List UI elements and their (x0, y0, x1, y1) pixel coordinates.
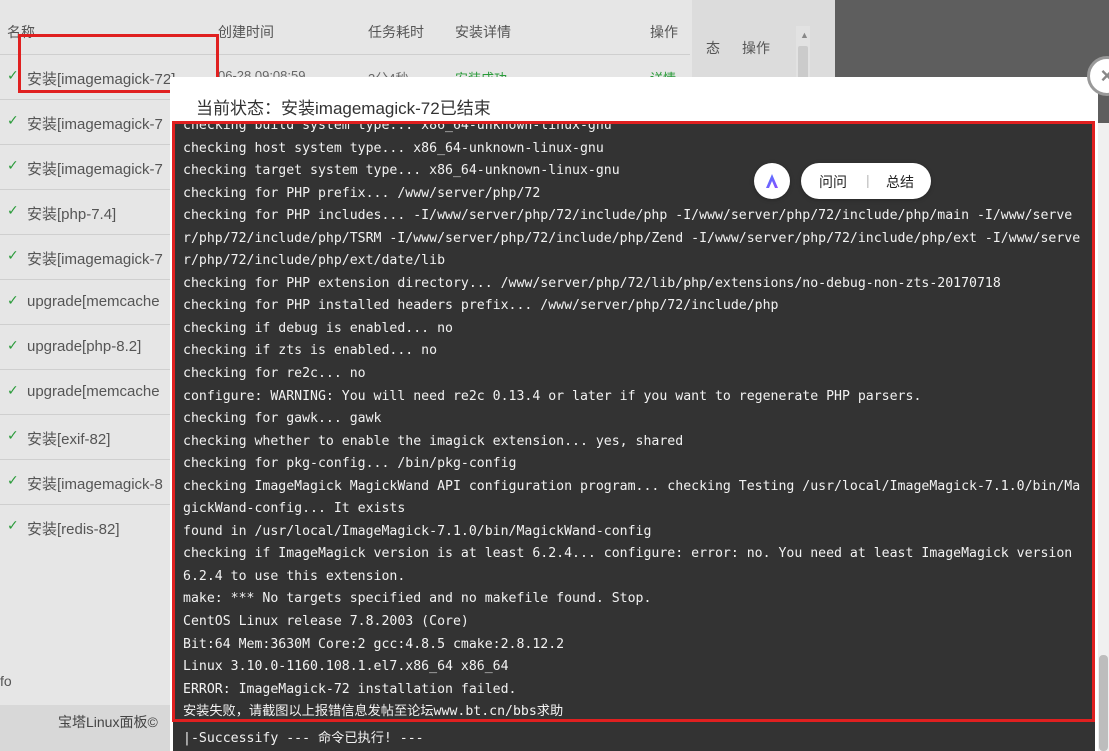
modal-title: 当前状态：安装imagemagick-72已结束 (196, 99, 491, 118)
check-icon: ✓ (7, 382, 19, 398)
check-icon: ✓ (7, 247, 19, 263)
console-scrollbar-thumb[interactable] (1099, 655, 1108, 751)
footer-info: fo (0, 673, 12, 689)
check-icon: ✓ (7, 67, 19, 83)
check-icon: ✓ (7, 292, 19, 308)
pill-divider: | (866, 172, 870, 188)
header-action: 操作 (650, 24, 678, 40)
check-icon: ✓ (7, 202, 19, 218)
inner-header-status: 态 (706, 40, 720, 56)
task-name: 安装[imagemagick-7 (27, 251, 163, 268)
check-icon: ✓ (7, 517, 19, 533)
task-name: 安装[php-7.4] (27, 206, 117, 223)
header-duration: 任务耗时 (368, 24, 424, 40)
command-status-line: |-Successify --- 命令已执行! --- (183, 731, 424, 746)
task-name: upgrade[memcache (27, 293, 160, 310)
ai-assistant-logo-icon[interactable] (754, 163, 790, 199)
summary-button[interactable]: 总结 (886, 172, 914, 192)
check-icon: ✓ (7, 427, 19, 443)
task-name: 安装[exif-82] (27, 431, 111, 448)
check-icon: ✓ (7, 112, 19, 128)
header-detail: 安装详情 (455, 24, 511, 40)
footer-brand: 宝塔Linux面板© (58, 714, 158, 730)
task-name: 安装[imagemagick-7 (27, 161, 163, 178)
inner-header-action: 操作 (742, 40, 770, 56)
task-name: 安装[imagemagick-8 (27, 476, 163, 493)
header-created: 创建时间 (218, 24, 274, 40)
task-name: upgrade[memcache (27, 383, 160, 400)
log-highlight-box (172, 121, 1095, 722)
ask-button[interactable]: 问问 (819, 172, 847, 192)
check-icon: ✓ (7, 472, 19, 488)
check-icon: ✓ (7, 157, 19, 173)
check-icon: ✓ (7, 337, 19, 353)
scroll-up-arrow-icon[interactable]: ▲ (800, 30, 809, 40)
ai-assistant-pill: 问问 | 总结 (801, 163, 931, 199)
ai-logo-glyph-icon (766, 174, 778, 188)
task-name: 安装[imagemagick-7 (27, 116, 163, 133)
task-name: upgrade[php-8.2] (27, 338, 142, 355)
task-name: 安装[redis-82] (27, 521, 120, 538)
